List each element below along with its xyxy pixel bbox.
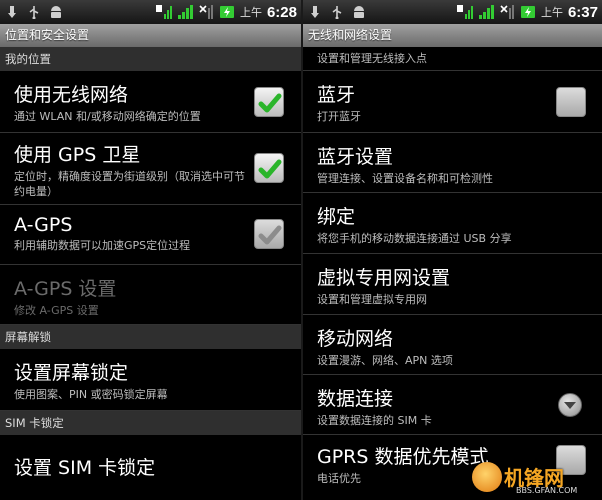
setting-sim-card-lock[interactable]: 设置 SIM 卡锁定 xyxy=(0,435,301,495)
setting-summary: 设置漫游、网络、APN 选项 xyxy=(317,354,453,367)
gfan-logo-icon xyxy=(472,462,502,492)
check-icon xyxy=(258,159,282,179)
signal-icon xyxy=(478,4,494,20)
setting-a-gps[interactable]: A-GPS 利用辅助数据可以加速GPS定位过程 xyxy=(0,205,301,265)
status-bar: 上午 6:37 xyxy=(303,0,602,24)
setting-use-wireless-networks[interactable]: 使用无线网络 通过 WLAN 和/或移动网络确定的位置 xyxy=(0,71,301,133)
wireless-network-settings-screen: 上午 6:37 无线和网络设置 设置和管理无线接入点 蓝牙 打开蓝牙 蓝牙设置 … xyxy=(303,0,602,500)
wireless-location-checkbox[interactable] xyxy=(254,87,284,117)
section-header-sim-lock: SIM 卡锁定 xyxy=(0,411,301,435)
android-icon xyxy=(351,4,367,20)
setting-summary: 设置和管理虚拟专用网 xyxy=(317,293,427,306)
setting-summary: 定位时，精确度设置为街道级别（取消选中可节约电量） xyxy=(14,170,245,198)
status-bar: 上午 6:28 xyxy=(0,0,301,24)
no-signal-icon xyxy=(198,4,214,20)
clock-ampm: 上午 xyxy=(540,6,563,19)
setting-partial-wifi[interactable]: 设置和管理无线接入点 xyxy=(303,47,602,71)
check-icon xyxy=(258,93,282,113)
setting-title: 虚拟专用网设置 xyxy=(317,267,451,289)
setting-title: A-GPS 设置 xyxy=(14,278,117,300)
android-icon xyxy=(48,4,64,20)
bluetooth-checkbox[interactable] xyxy=(556,87,586,117)
setting-title: 设置屏幕锁定 xyxy=(14,362,129,384)
setting-summary: 修改 A-GPS 设置 xyxy=(14,304,99,317)
watermark: 机锋网 BBS.GFAN.COM xyxy=(472,462,596,496)
data-connection-dropdown[interactable] xyxy=(558,393,582,417)
section-header-my-location: 我的位置 xyxy=(0,47,301,71)
setting-bluetooth[interactable]: 蓝牙 打开蓝牙 xyxy=(303,71,602,133)
clock-time: 6:28 xyxy=(266,3,297,21)
watermark-url: BBS.GFAN.COM xyxy=(516,486,578,495)
location-security-settings-screen: 上午 6:28 位置和安全设置 我的位置 使用无线网络 通过 WLAN 和/或移… xyxy=(0,0,301,500)
usb-icon xyxy=(329,4,345,20)
setting-bluetooth-settings[interactable]: 蓝牙设置 管理连接、设置设备名称和可检测性 xyxy=(303,133,602,193)
usb-debug-icon xyxy=(4,4,20,20)
setting-mobile-network[interactable]: 移动网络 设置漫游、网络、APN 选项 xyxy=(303,315,602,375)
setting-summary: 设置和管理无线接入点 xyxy=(317,52,427,65)
page-title: 位置和安全设置 xyxy=(0,24,301,47)
setting-title: 移动网络 xyxy=(317,328,394,350)
no-signal-icon xyxy=(499,4,515,20)
setting-data-connection[interactable]: 数据连接 设置数据连接的 SIM 卡 xyxy=(303,375,602,435)
setting-title: 绑定 xyxy=(317,206,356,228)
settings-list: 我的位置 使用无线网络 通过 WLAN 和/或移动网络确定的位置 使用 GPS … xyxy=(0,47,301,495)
chevron-down-icon xyxy=(564,402,576,409)
section-header-screen-unlock: 屏幕解锁 xyxy=(0,325,301,349)
setting-summary: 将您手机的移动数据连接通过 USB 分享 xyxy=(317,232,512,245)
setting-use-gps-satellites[interactable]: 使用 GPS 卫星 定位时，精确度设置为街道级别（取消选中可节约电量） xyxy=(0,133,301,205)
setting-a-gps-settings[interactable]: A-GPS 设置 修改 A-GPS 设置 xyxy=(0,265,301,325)
a-gps-checkbox[interactable] xyxy=(254,219,284,249)
edge-signal-icon xyxy=(456,4,473,20)
battery-charging-icon xyxy=(520,4,536,20)
edge-signal-icon xyxy=(155,4,172,20)
setting-vpn[interactable]: 虚拟专用网设置 设置和管理虚拟专用网 xyxy=(303,254,602,315)
clock-ampm: 上午 xyxy=(239,6,262,19)
usb-icon xyxy=(26,4,42,20)
clock-time: 6:37 xyxy=(567,3,598,21)
signal-icon xyxy=(177,4,193,20)
settings-list: 设置和管理无线接入点 蓝牙 打开蓝牙 蓝牙设置 管理连接、设置设备名称和可检测性… xyxy=(303,47,602,495)
setting-tethering[interactable]: 绑定 将您手机的移动数据连接通过 USB 分享 xyxy=(303,193,602,254)
gps-satellites-checkbox[interactable] xyxy=(254,153,284,183)
setting-title: 设置 SIM 卡锁定 xyxy=(14,457,156,479)
page-title: 无线和网络设置 xyxy=(303,24,602,47)
setting-summary: 使用图案、PIN 或密码锁定屏幕 xyxy=(14,388,168,401)
setting-screen-lock[interactable]: 设置屏幕锁定 使用图案、PIN 或密码锁定屏幕 xyxy=(0,349,301,411)
check-icon xyxy=(258,225,282,245)
setting-summary: 管理连接、设置设备名称和可检测性 xyxy=(317,172,493,185)
usb-debug-icon xyxy=(307,4,323,20)
setting-title: 蓝牙设置 xyxy=(317,146,394,168)
battery-charging-icon xyxy=(219,4,235,20)
